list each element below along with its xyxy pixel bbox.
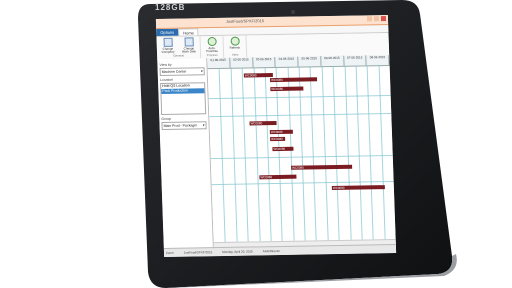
grid-line <box>344 65 352 240</box>
group-select[interactable]: Main Prod - Packagin ▾ <box>161 121 207 130</box>
close-icon[interactable] <box>380 16 387 22</box>
minimize-icon[interactable] <box>366 16 373 22</box>
grid-line <box>264 67 272 242</box>
grid-line <box>378 65 386 240</box>
group-label: Group <box>161 116 172 121</box>
refresh-icon <box>207 36 217 47</box>
date-header-cell: 03-06-2015 <box>252 56 276 68</box>
view-by-label: View by <box>159 62 172 67</box>
brand-label: 128GB <box>155 3 186 12</box>
grid-line <box>241 67 249 242</box>
status-user: AAR/Director <box>262 248 281 254</box>
list-item[interactable]: Pack Production <box>161 88 205 94</box>
gantt-bar[interactable]: WC0080 <box>269 77 318 83</box>
refresh-button[interactable]: Refresh <box>226 36 244 50</box>
filter-sidebar: View by Machine Center ▾ Location Hold Q… <box>157 58 214 250</box>
tab-options[interactable]: Options <box>156 28 179 37</box>
tablet-device: 128GB JustFood/SPXF/2015 Options Home Ch… <box>0 0 512 288</box>
company-icon <box>163 37 173 47</box>
gantt-bar[interactable]: WC0080 <box>243 73 273 78</box>
view-by-select[interactable]: Machine Center ▾ <box>159 67 205 76</box>
group-label-process: Process <box>206 52 218 58</box>
maximize-icon[interactable] <box>373 16 380 22</box>
status-company: JustFood/SPXF/2015 <box>183 250 213 255</box>
gantt-bar[interactable]: WC0080 <box>331 185 385 191</box>
status-zoom: Zoom <box>165 250 174 255</box>
change-company-button[interactable]: Change Company <box>159 37 178 54</box>
change-work-date-button[interactable]: Change Work Date <box>180 37 199 54</box>
app-screen: JustFood/SPXF/2015 Options Home Change C… <box>155 14 397 258</box>
grid-line <box>355 65 363 240</box>
grid-line <box>298 66 306 241</box>
refresh-icon <box>230 36 240 46</box>
grid-line <box>275 66 283 241</box>
date-header-cell: 01-06-2015 <box>207 57 231 69</box>
auto-prioritize-button[interactable]: Auto-Prioritize <box>203 36 222 53</box>
location-label: Location <box>159 77 174 82</box>
calendar-icon <box>184 37 194 47</box>
date-header-cell: 07-06-2015 <box>343 55 367 66</box>
grid-line <box>230 67 238 242</box>
camera-icon <box>291 10 295 14</box>
grid-line <box>287 66 295 241</box>
ribbon-group-view: Refresh View <box>223 35 248 58</box>
ribbon-group-process: Auto-Prioritize Process <box>200 35 225 59</box>
grid-line <box>366 65 374 240</box>
date-header-cell: 05-06-2015 <box>298 56 322 67</box>
tab-home[interactable]: Home <box>177 28 199 36</box>
status-work-date: Monday, April 20, 2015 <box>222 249 253 255</box>
chevron-down-icon: ▾ <box>200 69 203 74</box>
ribbon-group-general: Change Company Change Work Date General <box>156 36 202 60</box>
grid-line <box>253 67 261 242</box>
location-list[interactable]: Hold QS Location Pack Production <box>160 82 207 115</box>
gantt-grid: WC0080 WC0080 WC0080 WC0080 WC0080 WC008… <box>208 65 396 242</box>
grid-line <box>309 66 318 241</box>
date-header-cell: 08-06-2015 <box>366 54 390 66</box>
gantt-bar[interactable]: WC0080 <box>270 86 304 92</box>
gantt-bar[interactable]: WC0080 <box>249 120 277 126</box>
gantt-chart[interactable]: 01-06-2015 02-06-2015 03-06-2015 04-06-2… <box>207 54 396 249</box>
grid-line <box>218 67 227 242</box>
group-label-view: View <box>231 52 239 57</box>
gantt-bar[interactable]: WC0080 <box>291 164 353 170</box>
gantt-bar[interactable]: WC0080 <box>259 174 297 180</box>
grid-line <box>332 65 340 240</box>
date-header-cell: 02-06-2015 <box>229 57 254 68</box>
window-title: JustFood/SPXF/2015 <box>225 18 265 24</box>
date-header-cell: 04-06-2015 <box>275 56 299 67</box>
date-header-cell: 06-06-2015 <box>320 55 345 67</box>
chevron-down-icon: ▾ <box>202 123 205 128</box>
gantt-bar[interactable]: WC0080 <box>270 136 286 142</box>
grid-line <box>321 66 329 241</box>
gantt-bar[interactable]: WC0080 <box>272 146 294 152</box>
main-body: View by Machine Center ▾ Location Hold Q… <box>157 54 396 250</box>
group-label-general: General <box>173 53 185 58</box>
gantt-bar[interactable]: WC0080 <box>269 129 293 135</box>
